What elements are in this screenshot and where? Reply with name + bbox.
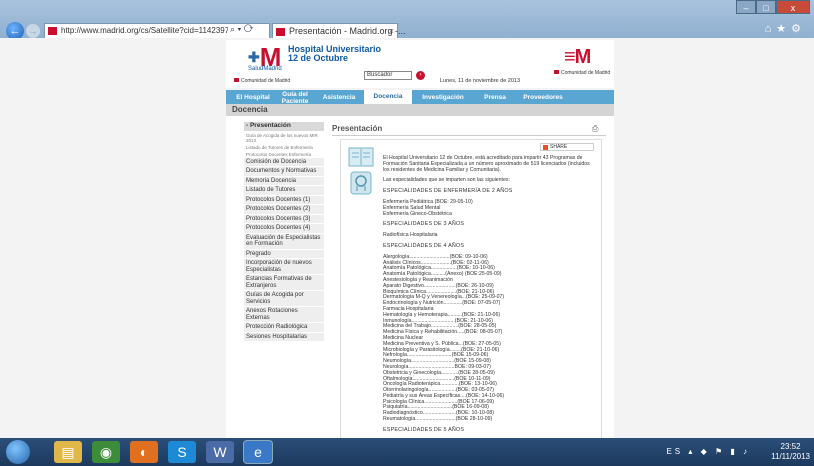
sidebar-item[interactable]: Documentos y Normativas xyxy=(244,167,324,177)
sidebar-sub-protocolos-enf[interactable]: Protocolos Docentes Enfermería xyxy=(244,150,324,158)
sidebar-item[interactable]: Evaluación de Especialistas en Formación xyxy=(244,233,324,250)
browser-chrome: – □ x ← → http://www.madrid.org/cs/Satel… xyxy=(0,0,814,40)
specialty-list-enf: Enfermería Pediátrica (BOE: 29-05-10) En… xyxy=(383,199,595,217)
sidebar-item[interactable]: Sesiones Hospitalarias xyxy=(244,332,324,342)
search-input[interactable]: Buscador xyxy=(364,71,412,80)
web-page: ✚M Hospital Universitario 12 de Octubre S… xyxy=(0,38,814,438)
sidebar-item[interactable]: Incorporación de nuevos Especialistas xyxy=(244,259,324,275)
heading-4-anos: ESPECIALIDADES DE 4 AÑOS xyxy=(383,242,465,249)
sidebar-item[interactable]: Protocolos Docentes (4) xyxy=(244,224,324,234)
heading-3-anos: ESPECIALIDADES DE 3 AÑOS xyxy=(383,221,465,228)
sidebar-item[interactable]: Pregrado xyxy=(244,249,324,259)
system-tray[interactable]: ES ▴ ◆ ⚑ ▮ ♪ xyxy=(666,447,750,456)
specialty-item: Reumatología............................… xyxy=(383,416,493,423)
sidebar-sub-guia-mir[interactable]: Guía de Acogida de los nuevos MIR 2013 xyxy=(244,131,324,144)
window-controls: – □ x xyxy=(736,0,810,14)
tab-close-icon[interactable]: × xyxy=(389,24,394,39)
comunidad-madrid-logo-icon[interactable]: ≡M xyxy=(564,46,591,69)
sidebar-item[interactable]: Protocolos Docentes (3) xyxy=(244,214,324,224)
site-favicon-icon xyxy=(48,27,57,35)
clock-date: 11/11/2013 xyxy=(771,452,810,461)
url-text: http://www.madrid.org/cs/Satellite?cid=1… xyxy=(61,26,239,35)
explorer-icon[interactable]: ▤ xyxy=(54,441,82,463)
heading-enfermeria: ESPECIALIDADES DE ENFERMERÍA DE 2 AÑOS xyxy=(383,188,513,195)
nav-prensa[interactable]: Prensa xyxy=(474,90,516,104)
salud-madrid-label: SaludMadrid xyxy=(248,66,282,72)
search-go-button[interactable]: › xyxy=(416,71,425,80)
sidebar-item[interactable]: Comisión de Docencia xyxy=(244,157,324,167)
language-indicator[interactable]: ES xyxy=(666,447,683,456)
sidebar-item[interactable]: Protocolos Docentes (1) xyxy=(244,195,324,205)
sidebar-item[interactable]: Protocolos Docentes (2) xyxy=(244,205,324,215)
word-icon[interactable]: W xyxy=(206,441,234,463)
sidebar: - Presentación Guía de Acogida de los nu… xyxy=(244,122,324,342)
hospital-name-line2: 12 de Octubre xyxy=(288,53,349,63)
nav-guia-paciente[interactable]: Guía del Paciente xyxy=(276,90,314,105)
taskbar: ▤ ◉ ◐ S W e ES ▴ ◆ ⚑ ▮ ♪ 23:52 11/11/2013 xyxy=(0,438,814,466)
nav-docencia[interactable]: Docencia xyxy=(364,90,412,104)
nav-proveedores[interactable]: Proveedores xyxy=(516,90,570,104)
nav-investigacion[interactable]: Investigación xyxy=(412,90,474,104)
title-divider xyxy=(332,135,606,136)
article-text: El Hospital Universitario 12 de Octubre,… xyxy=(383,155,595,438)
sidebar-item[interactable]: Estancias Formativas de Extranjeros xyxy=(244,275,324,291)
firefox-icon[interactable]: ◐ xyxy=(130,441,158,463)
comunidad-label: Comunidad de Madrid xyxy=(234,78,290,84)
page-title: Presentación xyxy=(332,124,383,133)
ie-icon[interactable]: e xyxy=(244,441,272,463)
browser-tab-active[interactable]: Presentación - Madrid.org -... × xyxy=(272,23,406,39)
sidebar-item[interactable]: Anexos Rotaciones Externas xyxy=(244,307,324,323)
skype-icon[interactable]: S xyxy=(168,441,196,463)
share-button[interactable]: SHARE xyxy=(540,143,594,151)
print-icon[interactable]: ⎙ xyxy=(592,124,598,134)
intro-paragraph-2: Las especialidades que se imparten son l… xyxy=(383,177,510,184)
specialty-list-4: Alergología............................(… xyxy=(383,254,595,423)
sidebar-item-presentacion[interactable]: - Presentación xyxy=(244,122,324,132)
search-refresh-icon[interactable]: ⌕ ▾ ⟳ xyxy=(228,24,256,35)
tab-favicon-icon xyxy=(276,28,285,36)
browser-tools-icons[interactable]: ⌂★⚙ xyxy=(765,22,806,35)
intro-paragraph: El Hospital Universitario 12 de Octubre,… xyxy=(383,155,590,173)
clock[interactable]: 23:52 11/11/2013 xyxy=(771,442,810,462)
maximize-button[interactable]: □ xyxy=(756,0,776,14)
nav-el-hospital[interactable]: El Hospital xyxy=(230,90,276,104)
main-nav: El Hospital Guía del Paciente Asistencia… xyxy=(226,90,614,105)
nav-asistencia[interactable]: Asistencia xyxy=(314,90,364,104)
header-date: Lunes, 11 de noviembre de 2013 xyxy=(440,78,521,84)
sidebar-item[interactable]: Memoria Docencia xyxy=(244,176,324,186)
specialty-item: Radiofísica Hospitalaria xyxy=(383,232,438,239)
heading-5-anos: ESPECIALIDADES DE 5 AÑOS xyxy=(383,426,465,433)
sidebar-item[interactable]: Listado de Tutores xyxy=(244,186,324,196)
sidebar-sub-tutores-enf[interactable]: Listado de Tutores de Enfermería xyxy=(244,143,324,151)
close-button[interactable]: x xyxy=(776,0,810,14)
hospital-logo-icon[interactable]: ✚M xyxy=(248,44,281,70)
start-button[interactable] xyxy=(6,440,30,464)
clock-time: 23:52 xyxy=(780,442,801,451)
sidebar-item[interactable]: Protección Radiológica xyxy=(244,323,324,333)
chrome-icon[interactable]: ◉ xyxy=(92,441,120,463)
minimize-button[interactable]: – xyxy=(736,0,756,14)
specialty-item: Enfermería Gineco-Obstétrica xyxy=(383,210,452,217)
site-header: ✚M Hospital Universitario 12 de Octubre S… xyxy=(226,40,614,88)
hospital-name: Hospital Universitario 12 de Octubre xyxy=(288,45,381,63)
sidebar-item[interactable]: Guías de Acogida por Servicios xyxy=(244,291,324,307)
comunidad-label-right: Comunidad de Madrid xyxy=(554,70,610,76)
book-icon xyxy=(348,147,374,195)
section-title: Docencia xyxy=(226,104,614,116)
forward-arrow-icon[interactable]: → xyxy=(26,24,40,38)
article-box: SHARE El Hospital Universitario 12 de Oc… xyxy=(340,139,602,438)
